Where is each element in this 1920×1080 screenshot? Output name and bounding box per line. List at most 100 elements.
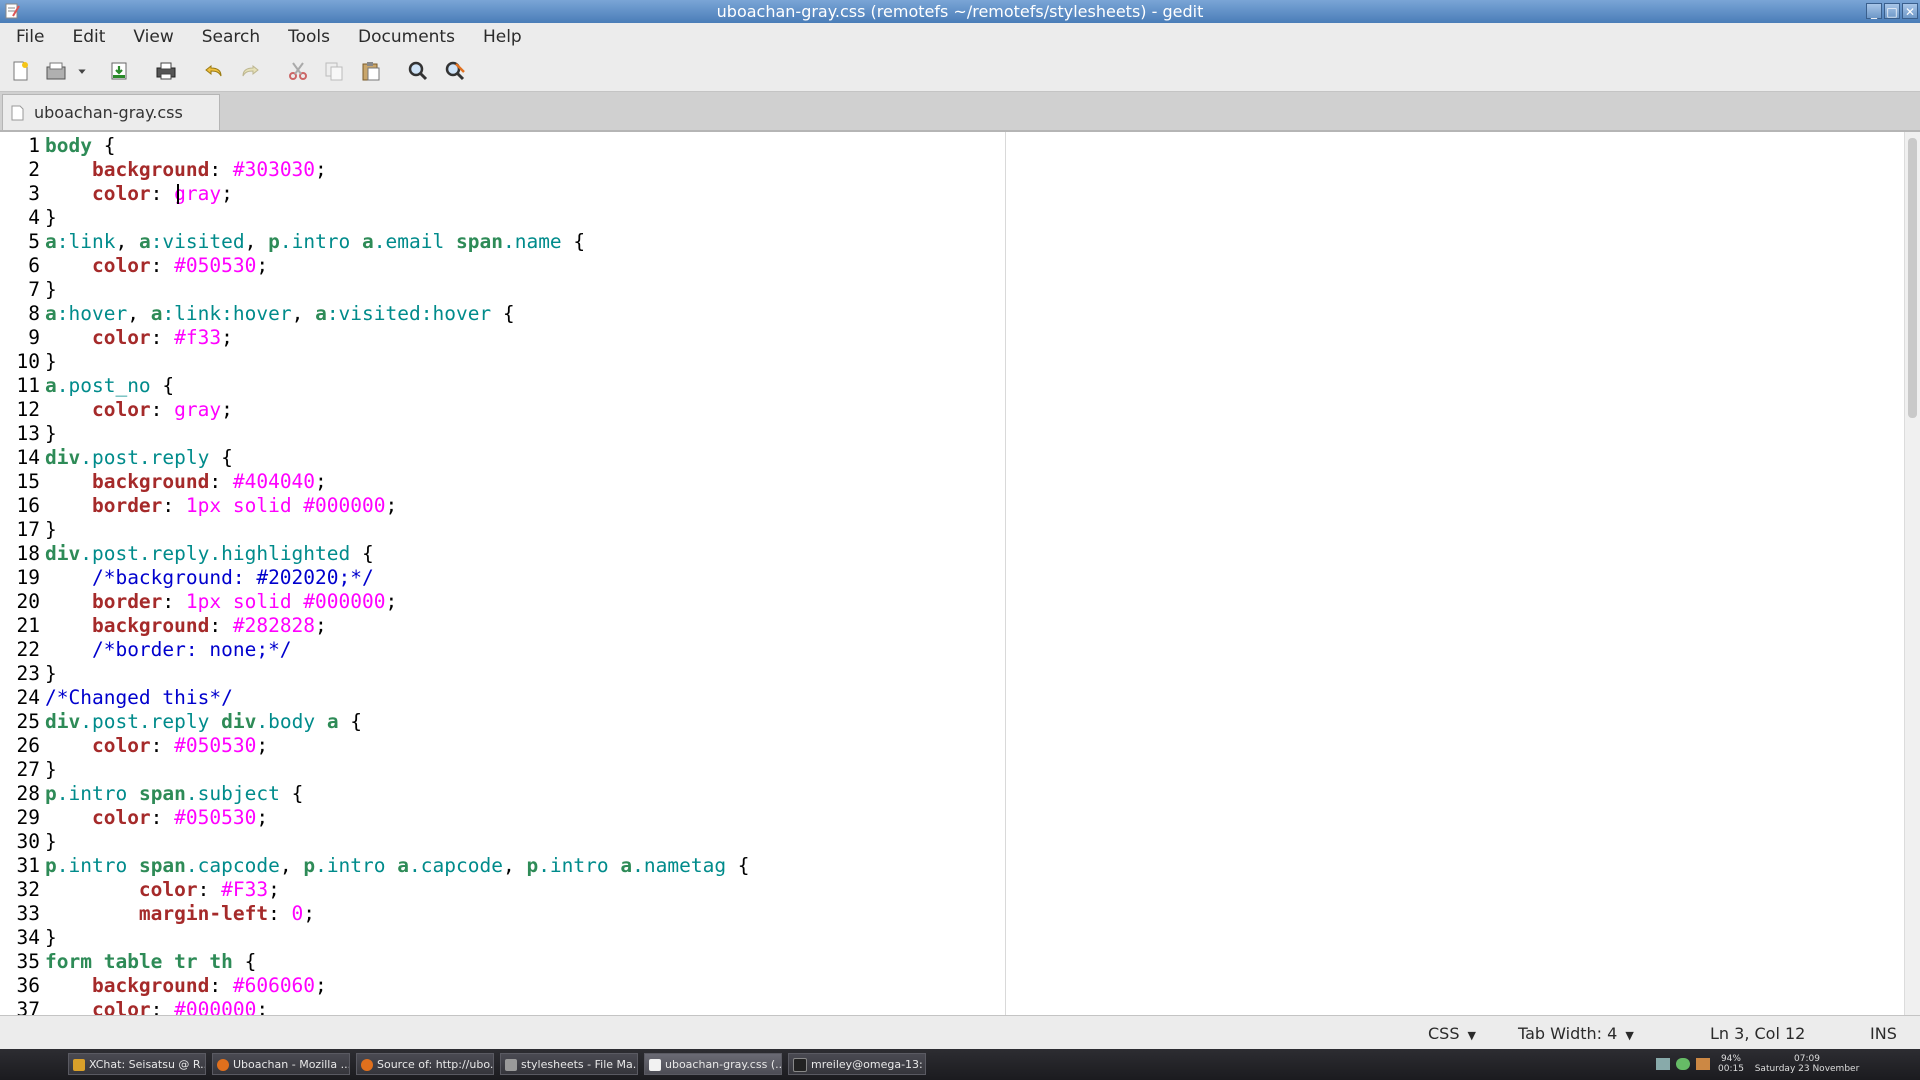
line-number: 37 xyxy=(16,998,40,1016)
code-view[interactable]: 1 body {2 background: #303030; 3 color: gr… xyxy=(0,134,1000,1016)
menu-file[interactable]: File xyxy=(0,27,58,47)
clock[interactable]: 07:09 Saturday 23 November xyxy=(1752,1054,1862,1074)
code-line[interactable]: 30} xyxy=(0,830,1000,854)
code-line[interactable]: 7} xyxy=(0,278,1000,302)
task-file-manager[interactable]: stylesheets - File Ma... xyxy=(500,1053,638,1075)
code-line[interactable]: 10} xyxy=(0,350,1000,374)
code-line[interactable]: 19 /*background: #202020;*/ xyxy=(0,566,1000,590)
vertical-scrollbar[interactable] xyxy=(1904,132,1920,1016)
code-line[interactable]: 34} xyxy=(0,926,1000,950)
code-line[interactable]: 18 div.post.reply.highlighted { xyxy=(0,542,1000,566)
code-line[interactable]: 32 color: #F33; xyxy=(0,878,1000,902)
code-line[interactable]: 3 color: gray; xyxy=(0,182,1000,206)
line-number: 26 xyxy=(16,734,40,757)
code-line[interactable]: 21 background: #282828; xyxy=(0,614,1000,638)
line-text: } xyxy=(45,518,57,541)
task-firefox[interactable]: Uboachan - Mozilla ... xyxy=(212,1053,350,1075)
tools-icon[interactable] xyxy=(1696,1058,1710,1070)
code-line[interactable]: 35 form table tr th { xyxy=(0,950,1000,974)
open-dropdown-icon[interactable] xyxy=(74,57,90,85)
line-text: div.post.reply { xyxy=(45,446,233,469)
code-line[interactable]: 16 border: 1px solid #000000; xyxy=(0,494,1000,518)
line-text: } xyxy=(45,278,57,301)
print-icon[interactable] xyxy=(152,57,180,85)
code-line[interactable]: 8 a:hover, a:link:hover, a:visited:hover … xyxy=(0,302,1000,326)
menu-tools[interactable]: Tools xyxy=(274,27,344,47)
task-terminal[interactable]: mreiley@omega-13: ... xyxy=(788,1053,926,1075)
code-line[interactable]: 33 margin-left: 0; xyxy=(0,902,1000,926)
line-number: 21 xyxy=(16,614,40,637)
xchat-icon xyxy=(73,1059,85,1071)
undo-icon[interactable] xyxy=(200,57,228,85)
close-button[interactable]: ✕ xyxy=(1902,3,1918,19)
code-line[interactable]: 4} xyxy=(0,206,1000,230)
code-line[interactable]: 29 color: #050530; xyxy=(0,806,1000,830)
code-line[interactable]: 31 p.intro span.capcode, p.intro a.capcod… xyxy=(0,854,1000,878)
line-text: div.post.reply div.body a { xyxy=(45,710,363,733)
code-line[interactable]: 20 border: 1px solid #000000; xyxy=(0,590,1000,614)
menu-bar: File Edit View Search Tools Documents He… xyxy=(0,23,1920,51)
code-line[interactable]: 37 color: #000000; xyxy=(0,998,1000,1016)
line-number: 8 xyxy=(28,302,40,325)
task-gedit[interactable]: uboachan-gray.css (... xyxy=(644,1053,782,1075)
line-number: 25 xyxy=(16,710,40,733)
text-cursor xyxy=(177,184,179,204)
code-line[interactable]: 5 a:link, a:visited, p.intro a.email span… xyxy=(0,230,1000,254)
scrollbar-thumb[interactable] xyxy=(1908,138,1917,418)
minimize-button[interactable]: _ xyxy=(1866,3,1882,19)
code-line[interactable]: 28 p.intro span.subject { xyxy=(0,782,1000,806)
tab-uboachan-gray-css[interactable]: uboachan-gray.css xyxy=(2,94,220,130)
code-line[interactable]: 2 background: #303030; xyxy=(0,158,1000,182)
redo-icon[interactable] xyxy=(236,57,264,85)
menu-view[interactable]: View xyxy=(119,27,187,47)
network-icon[interactable] xyxy=(1656,1058,1670,1070)
update-icon[interactable] xyxy=(1676,1058,1690,1070)
paste-icon[interactable] xyxy=(357,57,385,85)
line-text: div.post.reply.highlighted { xyxy=(45,542,374,565)
maximize-button[interactable]: □ xyxy=(1884,3,1900,19)
code-line[interactable]: 24/*Changed this*/ xyxy=(0,686,1000,710)
code-line[interactable]: 13} xyxy=(0,422,1000,446)
line-number: 33 xyxy=(16,902,40,925)
chevron-down-icon: ▼ xyxy=(1467,1029,1476,1042)
menu-search[interactable]: Search xyxy=(188,27,274,47)
menu-edit[interactable]: Edit xyxy=(58,27,119,47)
language-selector[interactable]: CSS ▼ xyxy=(1428,1024,1476,1043)
open-folder-icon[interactable] xyxy=(42,57,70,85)
line-text: color: gray; xyxy=(91,398,233,421)
code-line[interactable]: 36 background: #606060; xyxy=(0,974,1000,998)
menu-documents[interactable]: Documents xyxy=(344,27,469,47)
save-icon[interactable] xyxy=(105,57,133,85)
line-text: a:link, a:visited, p.intro a.email span.… xyxy=(45,230,586,253)
code-line[interactable]: 23} xyxy=(0,662,1000,686)
code-line[interactable]: 15 background: #404040; xyxy=(0,470,1000,494)
menu-help[interactable]: Help xyxy=(469,27,536,47)
cut-icon[interactable] xyxy=(284,57,312,85)
line-text: border: 1px solid #000000; xyxy=(91,494,398,517)
code-line[interactable]: 26 color: #050530; xyxy=(0,734,1000,758)
code-line[interactable]: 11 a.post_no { xyxy=(0,374,1000,398)
line-text: border: 1px solid #000000; xyxy=(91,590,398,613)
code-line[interactable]: 1 body { xyxy=(0,134,1000,158)
copy-icon[interactable] xyxy=(320,57,348,85)
code-line[interactable]: 25 div.post.reply div.body a { xyxy=(0,710,1000,734)
code-line[interactable]: 14 div.post.reply { xyxy=(0,446,1000,470)
text-editor[interactable]: 1 body {2 background: #303030; 3 color: gr… xyxy=(0,131,1920,1016)
code-line[interactable]: 22 /*border: none;*/ xyxy=(0,638,1000,662)
tab-width-selector[interactable]: Tab Width: 4 ▼ xyxy=(1518,1024,1634,1043)
new-document-icon[interactable] xyxy=(6,57,34,85)
code-line[interactable]: 17} xyxy=(0,518,1000,542)
line-number: 4 xyxy=(28,206,40,229)
task-xchat[interactable]: XChat: Seisatsu @ R... xyxy=(68,1053,206,1075)
line-number: 29 xyxy=(16,806,40,829)
find-replace-icon[interactable] xyxy=(441,57,469,85)
find-icon[interactable] xyxy=(404,57,432,85)
line-text: } xyxy=(45,758,57,781)
task-page-source[interactable]: Source of: http://ubo... xyxy=(356,1053,494,1075)
code-line[interactable]: 27} xyxy=(0,758,1000,782)
code-line[interactable]: 6 color: #050530; xyxy=(0,254,1000,278)
toolbar xyxy=(0,51,1920,92)
code-line[interactable]: 9 color: #f33; xyxy=(0,326,1000,350)
code-line[interactable]: 12 color: gray; xyxy=(0,398,1000,422)
battery-status[interactable]: 94% 00:15 xyxy=(1718,1054,1744,1074)
